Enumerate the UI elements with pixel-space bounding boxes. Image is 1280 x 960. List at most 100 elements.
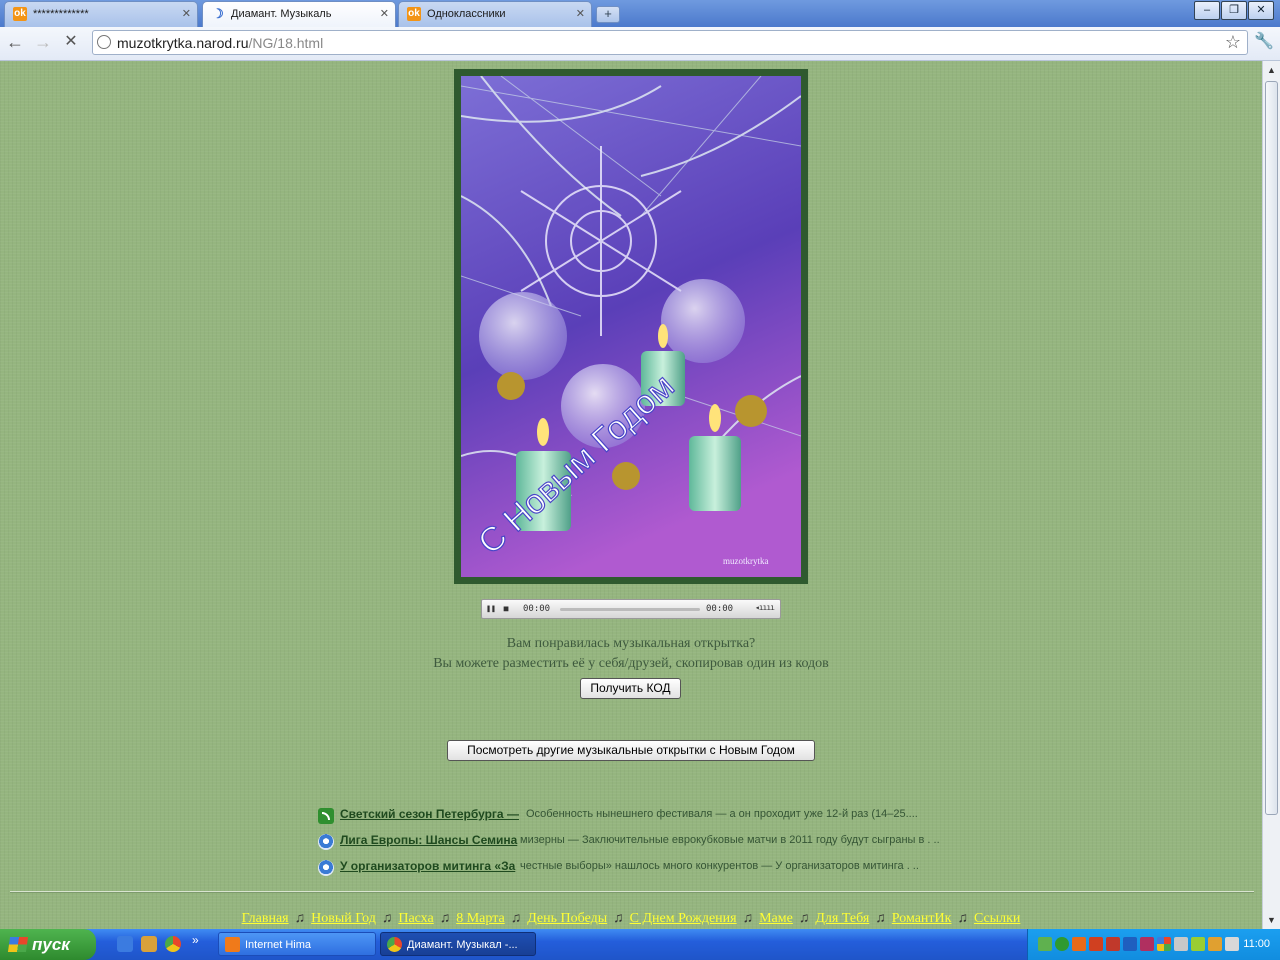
footer-link-march-8[interactable]: 8 Марта <box>456 911 504 926</box>
tray-icon[interactable] <box>1106 937 1120 951</box>
stop-icon[interactable]: ✕ <box>60 31 82 53</box>
stop-icon[interactable]: ■ <box>500 603 512 615</box>
music-note-icon: ♫ <box>875 911 886 926</box>
volume-icon[interactable]: ◂ıııı <box>755 603 775 612</box>
window-controls: – ❐ ✕ <box>1194 1 1274 20</box>
tab-title: Одноклассники <box>427 8 506 20</box>
tray-icon[interactable] <box>1089 937 1103 951</box>
footer-link-links[interactable]: Ссылки <box>974 911 1020 926</box>
rss-icon <box>318 808 334 824</box>
duration-time: 00:00 <box>706 604 734 614</box>
footer-nav: Главная ♫ Новый Год ♫ Пасха ♫ 8 Марта ♫ День Поб… <box>0 911 1262 927</box>
taskbar-button-internet[interactable]: Internet Hima <box>218 932 376 956</box>
music-note-icon: ♫ <box>439 911 451 926</box>
windows-flag-icon <box>7 937 29 952</box>
prompt-line-2: Вы можете разместить её у себя/друзей, с… <box>433 656 829 671</box>
browser-toolbar: ← → ✕ muzotkrytka.narod.ru/NG/18.html ☆ … <box>0 27 1280 61</box>
tray-icon[interactable] <box>1038 937 1052 951</box>
taskbar: пуск » Internet Hima Диамант. Музыкал -.… <box>0 929 1280 960</box>
language-icon[interactable] <box>1225 937 1239 951</box>
tray-icon[interactable] <box>1072 937 1086 951</box>
chrome-icon[interactable] <box>165 936 181 952</box>
forward-icon[interactable]: → <box>32 31 54 53</box>
elapsed-time: 00:00 <box>523 604 551 614</box>
more-cards-button[interactable]: Посмотреть другие музыкальные открытки с… <box>447 740 815 761</box>
clock: 11:00 <box>1243 938 1270 950</box>
news-headline-link[interactable]: Лига Европы: Шансы Семина <box>340 833 517 847</box>
utorrent-icon[interactable] <box>1055 937 1069 951</box>
footer-link-new-year[interactable]: Новый Год <box>311 911 376 926</box>
card-watermark: muzotkrytka <box>723 556 769 566</box>
greeting-card: С Новым Годом muzotkrytka <box>454 69 808 584</box>
minimize-icon[interactable]: – <box>1194 1 1220 20</box>
bookmark-star-icon[interactable]: ☆ <box>1225 32 1241 53</box>
language-flag-icon[interactable] <box>1140 937 1154 951</box>
show-desktop-icon[interactable] <box>117 936 133 952</box>
tab-diamant[interactable]: ☽ Диамант. Музыкаль ✕ <box>202 1 396 28</box>
tab-title: ************* <box>33 8 89 20</box>
close-icon[interactable]: ✕ <box>576 7 585 20</box>
footer-link-birthday[interactable]: С Днем Рождения <box>630 911 737 926</box>
tab-odnoklassniki[interactable]: ok Одноклассники ✕ <box>398 1 592 27</box>
divider <box>10 891 1254 893</box>
music-note-icon: ♫ <box>613 911 624 926</box>
footer-link-for-you[interactable]: Для Тебя <box>815 911 869 926</box>
quicklaunch-app-icon[interactable] <box>141 936 157 952</box>
taskbar-button-chrome[interactable]: Диамант. Музыкал -... <box>380 932 536 956</box>
wrench-icon[interactable]: 🔧 <box>1254 31 1274 51</box>
scroll-thumb[interactable] <box>1265 81 1278 815</box>
news-globe-icon <box>318 834 334 850</box>
chrome-icon <box>387 937 402 952</box>
news-snippet: мизерны — Заключительные еврокубковые ма… <box>520 834 940 846</box>
odnoklassniki-icon: ok <box>13 7 27 21</box>
card-image: С Новым Годом muzotkrytka <box>461 76 801 577</box>
scroll-up-icon[interactable]: ▲ <box>1265 63 1278 77</box>
tab-odnoklassniki-masked[interactable]: ok ************* ✕ <box>4 1 198 27</box>
footer-link-romantic[interactable]: РомантИк <box>892 911 952 926</box>
network-icon[interactable] <box>1174 937 1188 951</box>
tray-icon[interactable] <box>1208 937 1222 951</box>
music-note-icon: ♫ <box>957 911 968 926</box>
close-icon[interactable]: ✕ <box>182 7 191 20</box>
windows-flag-icon[interactable] <box>1157 937 1171 951</box>
address-bar[interactable]: muzotkrytka.narod.ru/NG/18.html ☆ <box>92 30 1248 55</box>
footer-link-home[interactable]: Главная <box>242 911 289 926</box>
quicklaunch-overflow[interactable]: » <box>192 933 199 947</box>
close-icon[interactable]: ✕ <box>380 7 389 20</box>
app-icon <box>225 937 240 952</box>
footer-link-mom[interactable]: Маме <box>759 911 793 926</box>
back-icon[interactable]: ← <box>4 31 26 53</box>
music-note-icon: ♫ <box>798 911 810 926</box>
web-page: С Новым Годом muzotkrytka ❚❚ ■ 00:00 00:… <box>0 61 1262 929</box>
prompt-line-1: Вам понравилась музыкальная открытка? <box>506 636 756 651</box>
start-button[interactable]: пуск <box>0 929 96 960</box>
news-globe-icon <box>318 860 334 876</box>
audio-player: ❚❚ ■ 00:00 00:00 ◂ıııı <box>481 599 781 619</box>
odnoklassniki-icon: ok <box>407 7 421 21</box>
pause-icon[interactable]: ❚❚ <box>485 603 497 615</box>
scroll-down-icon[interactable]: ▼ <box>1265 913 1278 927</box>
music-note-icon: ♫ <box>381 911 393 926</box>
tray-icon[interactable] <box>1123 937 1137 951</box>
seek-bar[interactable] <box>560 608 700 611</box>
music-note-icon: ♫ <box>510 911 522 926</box>
system-tray: 11:00 <box>1027 929 1280 960</box>
tray-icon[interactable] <box>1191 937 1205 951</box>
tab-strip: ok ************* ✕ ☽ Диамант. Музыкаль ✕… <box>0 0 1280 28</box>
news-headline-link[interactable]: Светский сезон Петербурга — <box>340 807 519 821</box>
news-snippet: честные выборы» нашлось много конкуренто… <box>520 860 919 872</box>
loading-icon: ☽ <box>212 6 224 21</box>
new-tab-button[interactable]: + <box>596 6 620 23</box>
footer-link-victory-day[interactable]: День Победы <box>527 911 607 926</box>
tab-title: Диамант. Музыкаль <box>231 8 332 20</box>
footer-link-easter[interactable]: Пасха <box>398 911 433 926</box>
news-snippet: Особенность нынешнего фестиваля — а он п… <box>526 808 918 820</box>
close-window-icon[interactable]: ✕ <box>1248 1 1274 20</box>
news-headline-link[interactable]: У организаторов митинга «За <box>340 859 515 873</box>
music-note-icon: ♫ <box>294 911 306 926</box>
page-scrollbar[interactable]: ▲ ▼ <box>1262 61 1280 929</box>
globe-icon <box>97 35 111 49</box>
url-text[interactable]: muzotkrytka.narod.ru/NG/18.html <box>117 35 323 51</box>
get-code-button[interactable]: Получить КОД <box>580 678 681 699</box>
restore-icon[interactable]: ❐ <box>1221 1 1247 20</box>
